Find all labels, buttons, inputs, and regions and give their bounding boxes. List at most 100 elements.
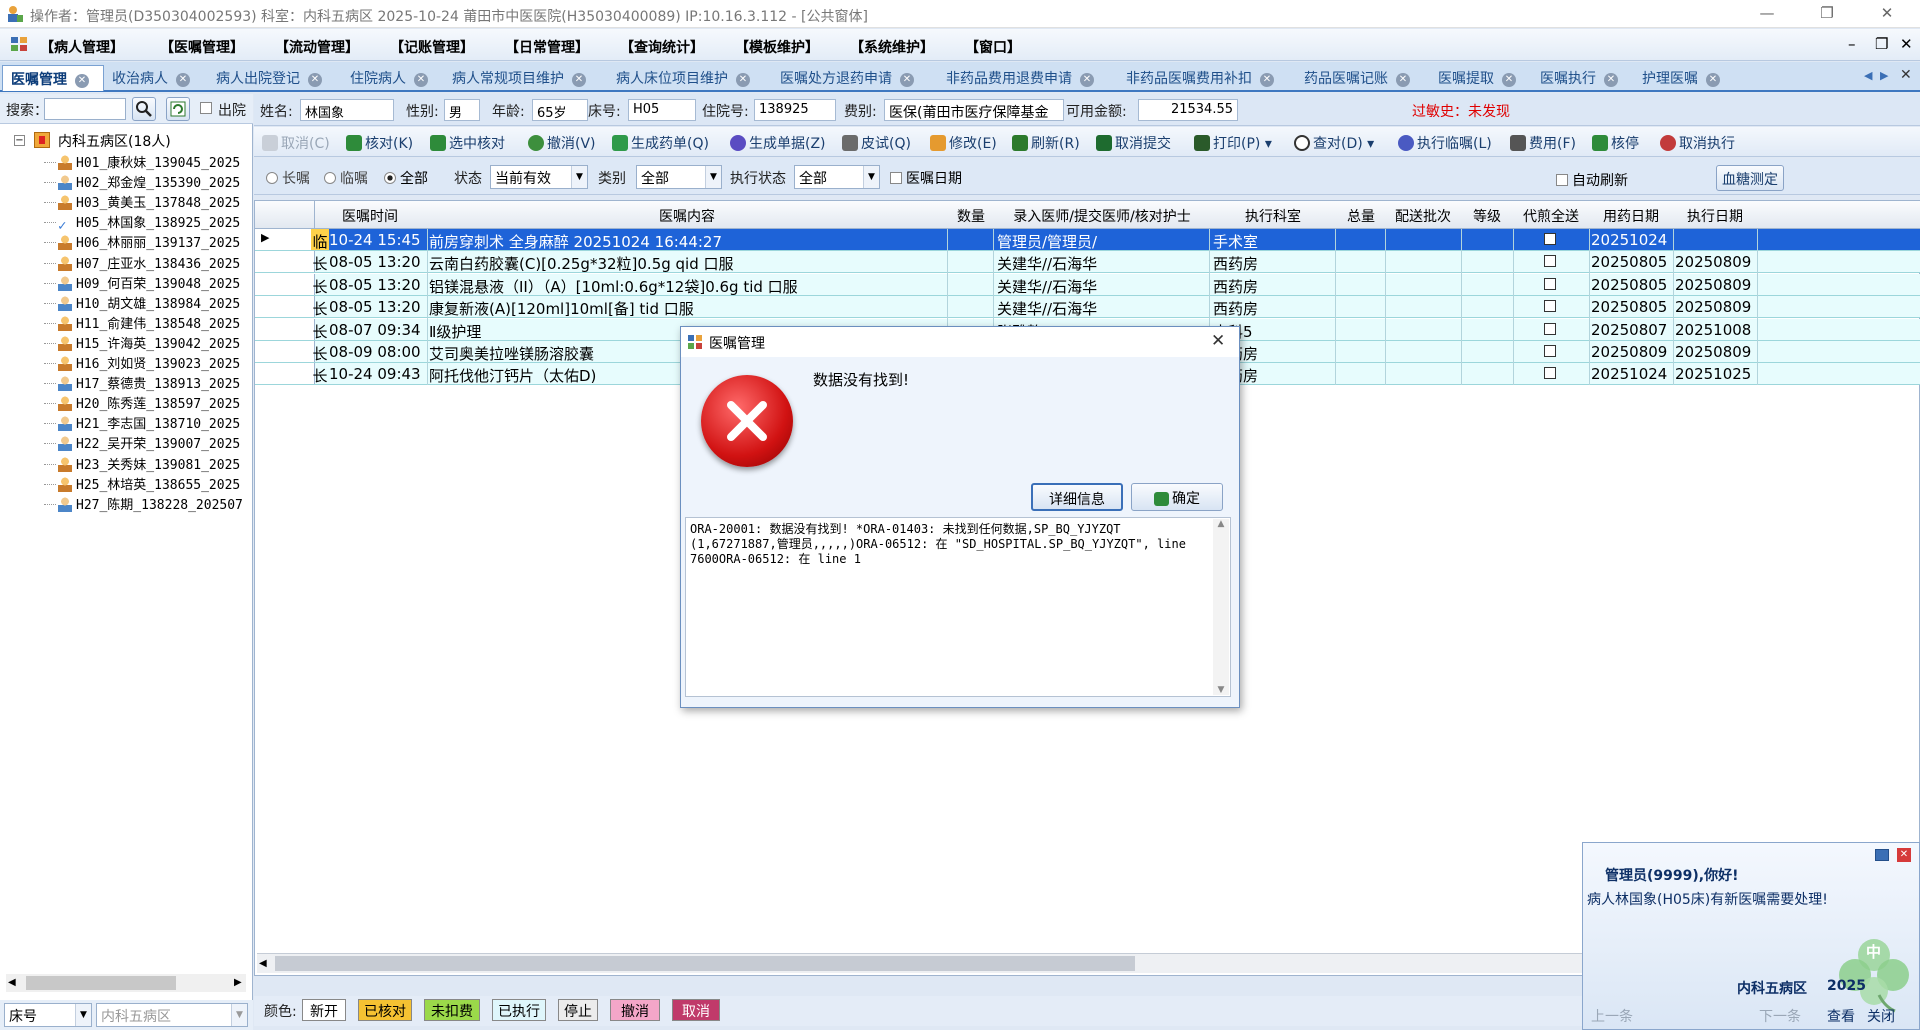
tab-close-icon[interactable]: ✕ xyxy=(1604,73,1618,87)
notify-close-link[interactable]: 关闭 xyxy=(1867,1006,1895,1026)
scroll-down-icon[interactable]: ▼ xyxy=(1213,685,1229,695)
scroll-left-icon[interactable]: ◀ xyxy=(8,977,16,988)
patient-tree-item[interactable]: H27_陈期_138228_202507 xyxy=(58,494,243,514)
patient-tree-item[interactable]: H21_李志国_138710_2025 xyxy=(58,413,240,433)
search-button[interactable] xyxy=(132,97,156,121)
col-total[interactable]: 总量 xyxy=(1337,206,1385,226)
row-header[interactable] xyxy=(255,296,315,318)
decoct-checkbox[interactable] xyxy=(1544,345,1556,357)
ward-root[interactable]: 内科五病区(18人) xyxy=(58,131,171,151)
patient-tree-item[interactable]: H16_刘如贤_139023_2025 xyxy=(58,353,240,373)
col-doctor[interactable]: 录入医师/提交医师/核对护士 xyxy=(995,206,1209,226)
exec-status-combo[interactable]: 全部 ▼ xyxy=(794,165,880,189)
patient-tree-item[interactable]: H07_庄亚水_138436_2025 xyxy=(58,253,240,273)
cancel-submit-button[interactable]: 取消提交 xyxy=(1096,133,1171,153)
col-exec-date[interactable]: 执行日期 xyxy=(1673,206,1757,226)
mdi-close-icon[interactable]: ✕ xyxy=(1900,35,1913,53)
generate-document-button[interactable]: 生成单据(Z) xyxy=(730,133,826,153)
select-all-corner[interactable] xyxy=(255,201,315,228)
table-row[interactable]: 长 08-05 13:20 铝镁混悬液（II）（A）[10ml:0.6g*12袋]0… xyxy=(255,273,1920,296)
tab-close-icon[interactable]: ✕ xyxy=(176,73,190,87)
decoct-checkbox[interactable] xyxy=(1544,255,1556,268)
auto-refresh-checkbox[interactable]: 自动刷新 xyxy=(1556,170,1628,190)
tab-refund[interactable]: 非药品费用退费申请 ✕ xyxy=(946,65,1094,91)
tab-orders[interactable]: 医嘱管理 ✕ xyxy=(2,65,104,91)
status-combo[interactable]: 当前有效 ▼ xyxy=(490,165,588,189)
long-order-radio[interactable]: 长嘱 xyxy=(266,168,310,188)
tab-close-icon[interactable]: ✕ xyxy=(736,73,750,87)
col-level[interactable]: 等级 xyxy=(1461,206,1513,226)
restore-icon[interactable]: ❐ xyxy=(1812,4,1842,24)
temp-order-radio[interactable]: 临嘱 xyxy=(324,168,368,188)
menu-daily[interactable]: 【日常管理】 xyxy=(505,37,589,57)
ime-indicator[interactable]: 中 xyxy=(1866,941,1881,962)
tree-hscrollbar[interactable]: ◀ ▶ xyxy=(6,974,246,992)
patient-tree-item[interactable]: H11_俞建伟_138548_2025 xyxy=(58,313,240,333)
cancel-execute-button[interactable]: 取消执行 xyxy=(1660,133,1735,153)
minimize-icon[interactable]: — xyxy=(1752,4,1782,24)
ok-button[interactable]: 确定 xyxy=(1131,483,1223,511)
notify-view-link[interactable]: 查看 xyxy=(1827,1006,1855,1026)
patient-tree-item[interactable]: H23_关秀妹_139081_2025 xyxy=(58,454,240,474)
cancel-button[interactable]: 取消(C) xyxy=(262,133,330,153)
menu-patient[interactable]: 【病人管理】 xyxy=(40,37,124,57)
scroll-thumb[interactable] xyxy=(275,956,1135,971)
verify-button[interactable]: 核对(K) xyxy=(346,133,413,153)
discharge-checkbox[interactable] xyxy=(200,102,216,117)
sort-combo[interactable]: 床号 ▼ xyxy=(4,1003,92,1027)
patient-tree-item[interactable]: H03_黄美玉_137848_2025 xyxy=(58,192,240,212)
patient-tree-item[interactable]: H10_胡文雄_138984_2025 xyxy=(58,293,240,313)
order-date-checkbox[interactable]: 医嘱日期 xyxy=(890,168,962,188)
notify-prev-link[interactable]: 上一条 xyxy=(1591,1006,1633,1026)
patient-tree-item[interactable]: ✓ H05_林国象_138925_2025 xyxy=(58,212,240,234)
detail-scrollbar[interactable]: ▲ ▼ xyxy=(1213,519,1229,695)
mdi-restore-icon[interactable]: ❐ xyxy=(1875,35,1888,53)
scroll-right-icon[interactable]: ▶ xyxy=(234,977,242,988)
fee-button[interactable]: 费用(F) xyxy=(1510,133,1576,153)
menu-window[interactable]: 【窗口】 xyxy=(965,37,1021,57)
tree-collapse-icon[interactable]: − xyxy=(14,135,25,146)
tab-bed-items[interactable]: 病人床位项目维护 ✕ xyxy=(616,65,750,91)
tab-close-icon[interactable]: ✕ xyxy=(1502,73,1516,87)
tab-close-icon[interactable]: ✕ xyxy=(1706,73,1720,87)
scroll-up-icon[interactable]: ▲ xyxy=(1213,519,1229,529)
table-row[interactable]: 长 08-05 13:20 康复新液(A)[120ml]10ml[备] tid 口服… xyxy=(255,296,1920,319)
patient-tree-item[interactable]: H06_林丽丽_139137_2025 xyxy=(58,232,240,252)
close-icon[interactable]: ✕ xyxy=(1872,4,1902,24)
print-button[interactable]: 打印(P) ▾ xyxy=(1194,133,1272,153)
tab-close-icon[interactable]: ✕ xyxy=(572,73,586,87)
tab-scroll-left-icon[interactable]: ◀ xyxy=(1864,69,1872,82)
dialog-close-icon[interactable]: ✕ xyxy=(1211,331,1225,351)
lookup-button[interactable]: 查对(D) ▾ xyxy=(1294,133,1374,153)
row-header[interactable] xyxy=(255,363,315,385)
tab-close-icon[interactable]: ✕ xyxy=(308,73,322,87)
notify-minimize-icon[interactable] xyxy=(1875,849,1889,861)
row-header[interactable] xyxy=(255,251,315,273)
col-quantity[interactable]: 数量 xyxy=(949,206,993,226)
patient-tree-item[interactable]: H15_许海英_139042_2025 xyxy=(58,333,240,353)
menu-flow[interactable]: 【流动管理】 xyxy=(275,37,359,57)
patient-tree-item[interactable]: H09_何百荣_139048_2025 xyxy=(58,273,240,293)
patient-tree-item[interactable]: H01_康秋妹_139045_2025 xyxy=(58,152,240,172)
table-row[interactable]: 长 08-05 13:20 云南白药胶囊(C)[0.25g*32粒]0.5g qid… xyxy=(255,251,1920,274)
decoct-checkbox[interactable] xyxy=(1544,233,1556,245)
row-header[interactable] xyxy=(255,318,315,340)
menu-template[interactable]: 【模板维护】 xyxy=(735,37,819,57)
tab-close-icon[interactable]: ✕ xyxy=(1260,73,1274,87)
notify-close-icon[interactable]: ✕ xyxy=(1897,848,1911,862)
edit-button[interactable]: 修改(E) xyxy=(930,133,997,153)
tab-drug-accounting[interactable]: 药品医嘱记账 ✕ xyxy=(1304,65,1410,91)
tab-nursing[interactable]: 护理医嘱 ✕ xyxy=(1642,65,1720,91)
tab-scroll-right-icon[interactable]: ▶ xyxy=(1880,69,1888,82)
tab-inpatients[interactable]: 住院病人 ✕ xyxy=(350,65,428,91)
patient-tree-item[interactable]: H25_林培英_138655_2025 xyxy=(58,474,240,494)
scroll-thumb[interactable] xyxy=(26,976,176,990)
patient-tree-item[interactable]: H20_陈秀莲_138597_2025 xyxy=(58,393,240,413)
all-orders-radio[interactable]: 全部 xyxy=(384,168,428,188)
skin-test-button[interactable]: 皮试(Q) xyxy=(842,133,911,153)
table-row[interactable]: ▶ 临 10-24 15:45 前房穿刺术 全身麻醉 20251024 16:44:2… xyxy=(255,229,1920,251)
blood-sugar-button[interactable]: 血糖测定 xyxy=(1716,165,1784,191)
row-header[interactable] xyxy=(255,273,315,295)
revoke-button[interactable]: 撤消(V) xyxy=(528,133,596,153)
verify-stop-button[interactable]: 核停 xyxy=(1592,133,1639,153)
